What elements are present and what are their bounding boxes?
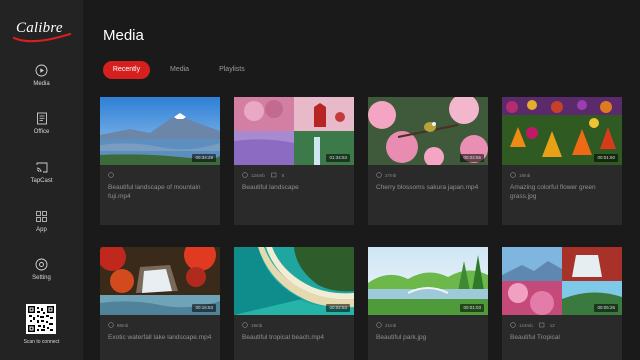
image-stack-icon xyxy=(538,322,545,328)
sidebar-item-label: TapCast xyxy=(30,178,53,184)
duration-badge: 01:34:53 xyxy=(326,154,350,162)
media-title: Amazing colorful flower green grass.jpg xyxy=(510,184,596,200)
app-root: Calibre Media Office TapCast App Setting… xyxy=(0,0,640,360)
sidebar-item-tapcast[interactable]: TapCast xyxy=(0,160,83,196)
apps-grid-icon xyxy=(35,209,49,223)
media-card[interactable]: 00:02:56 27mb Cherry blossoms sakura jap… xyxy=(368,97,488,225)
clock-icon xyxy=(510,172,516,178)
tab-media[interactable]: Media xyxy=(160,61,199,79)
media-card[interactable]: 00:01:50 19mb Amazing colorful flower gr… xyxy=(502,97,622,225)
thumbnail: 00:01:50 xyxy=(502,97,622,165)
sidebar-item-app[interactable]: App xyxy=(0,209,83,245)
thumbnail: 00:16:53 xyxy=(100,247,220,315)
clock-icon xyxy=(376,172,382,178)
sidebar-item-media[interactable]: Media xyxy=(0,63,83,99)
card-meta: 21mb xyxy=(376,321,396,329)
sidebar: Calibre Media Office TapCast App Setting… xyxy=(0,0,83,360)
calibre-logo: Calibre xyxy=(12,18,74,44)
thumbnail: 00:34:29 xyxy=(100,97,220,165)
file-size: 124mb xyxy=(251,172,265,178)
clock-icon xyxy=(242,172,248,178)
tab-playlists[interactable]: Playlists xyxy=(209,61,255,79)
sidebar-item-label: Office xyxy=(33,129,50,135)
card-meta: 124mb 12 xyxy=(510,321,555,329)
file-size: 21mb xyxy=(385,322,397,328)
item-count-value: 12 xyxy=(549,322,555,328)
card-meta: 27mb xyxy=(376,171,396,179)
duration-badge: 00:01:50 xyxy=(594,154,618,162)
thumbnail: 00:05:26 xyxy=(502,247,622,315)
file-size: 19mb xyxy=(251,322,263,328)
tab-recently[interactable]: Recently xyxy=(103,61,150,79)
media-card[interactable]: 00:05:26 124mb 12 Beautiful Tropical xyxy=(502,247,622,360)
thumbnail: 00:02:56 xyxy=(368,97,488,165)
sidebar-item-label: Setting xyxy=(32,275,51,281)
duration-badge: 00:05:26 xyxy=(594,304,618,312)
main-content: Media Recently Media Playlists 00:34:29 … xyxy=(83,0,640,360)
media-card[interactable]: 00:34:29 Beautiful landscape of mountain… xyxy=(100,97,220,225)
clock-icon xyxy=(108,172,114,178)
thumbnail: 01:34:53 xyxy=(234,97,354,165)
clock-icon xyxy=(108,322,114,328)
file-size: 19mb xyxy=(519,172,531,178)
sidebar-item-label: App xyxy=(36,227,47,233)
card-meta: 98mb xyxy=(108,321,128,329)
media-title: Beautiful landscape of mountain fuji.mp4 xyxy=(108,184,201,200)
card-meta: 124mb 5 xyxy=(242,171,284,179)
media-title: Cherry blossoms sakura japan.mp4 xyxy=(376,184,479,191)
media-title: Beautiful tropical beach.mp4 xyxy=(242,334,325,341)
gear-icon xyxy=(35,257,49,271)
file-size: 98mb xyxy=(117,322,129,328)
card-meta: 19mb xyxy=(242,321,262,329)
sidebar-item-office[interactable]: Office xyxy=(0,111,83,147)
media-title: Beautiful park.jpg xyxy=(376,334,427,341)
clock-icon xyxy=(510,322,516,328)
tab-bar: Recently Media Playlists xyxy=(103,61,265,79)
duration-badge: 00:16:53 xyxy=(192,304,216,312)
clock-icon xyxy=(376,322,382,328)
qr-label: Scan to connect xyxy=(23,339,60,345)
thumbnail: 00:02:53 xyxy=(234,247,354,315)
duration-badge: 00:01:03 xyxy=(460,304,484,312)
qr-code[interactable] xyxy=(26,304,56,334)
clock-icon xyxy=(242,322,248,328)
media-card[interactable]: 00:01:03 21mb Beautiful park.jpg xyxy=(368,247,488,360)
card-meta: 19mb xyxy=(510,171,530,179)
play-circle-icon xyxy=(35,63,49,77)
media-title: Beautiful Tropical xyxy=(510,334,560,341)
document-icon xyxy=(35,111,49,125)
media-title: Exotic waterfall lake landscape.mp4 xyxy=(108,334,212,341)
cast-icon xyxy=(35,160,49,174)
image-stack-icon xyxy=(270,172,277,178)
sidebar-item-setting[interactable]: Setting xyxy=(0,257,83,293)
file-size: 27mb xyxy=(385,172,397,178)
card-meta xyxy=(108,171,117,179)
media-card[interactable]: 01:34:53 124mb 5 Beautiful landscape xyxy=(234,97,354,225)
media-title: Beautiful landscape xyxy=(242,184,299,191)
page-title: Media xyxy=(103,27,144,44)
file-size: 124mb xyxy=(519,322,533,328)
logo-swoosh-icon xyxy=(12,32,72,43)
duration-badge: 00:02:53 xyxy=(326,304,350,312)
duration-badge: 00:34:29 xyxy=(192,154,216,162)
sidebar-item-label: Media xyxy=(33,81,50,87)
item-count-value: 5 xyxy=(281,172,285,178)
duration-badge: 00:02:56 xyxy=(460,154,484,162)
item-count: 12 xyxy=(538,322,555,328)
item-count: 5 xyxy=(270,172,285,178)
media-card[interactable]: 00:02:53 19mb Beautiful tropical beach.m… xyxy=(234,247,354,360)
media-card[interactable]: 00:16:53 98mb Exotic waterfall lake land… xyxy=(100,247,220,360)
thumbnail: 00:01:03 xyxy=(368,247,488,315)
